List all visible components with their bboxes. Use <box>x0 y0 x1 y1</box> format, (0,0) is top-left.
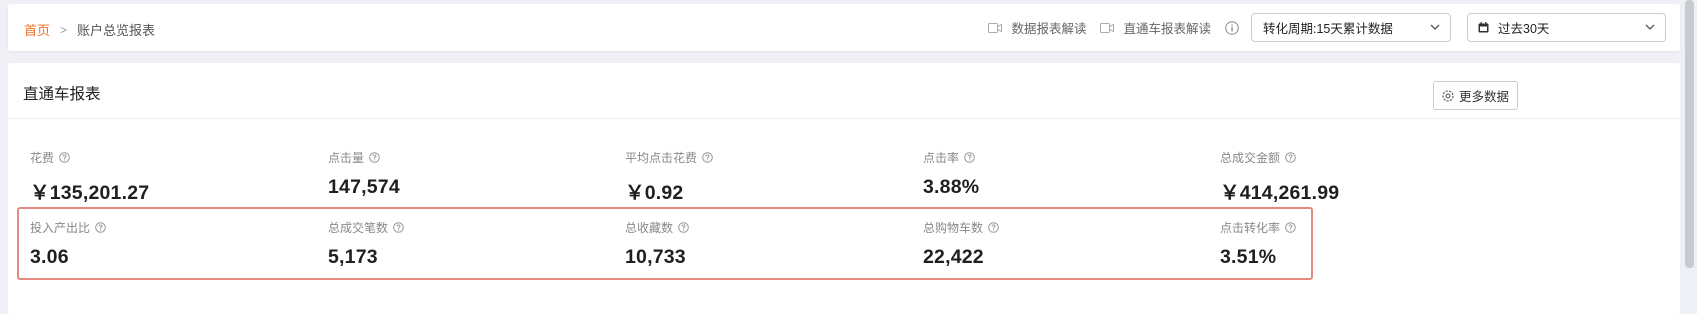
metric-roi: 投入产出比 3.06 <box>30 219 106 269</box>
date-range-value: 过去30天 <box>1498 22 1550 36</box>
metric-value: 3.06 <box>30 246 69 268</box>
more-data-button[interactable]: 更多数据 <box>1433 81 1518 110</box>
metric-avg-cpc: 平均点击花费 ￥0.92 <box>625 149 713 205</box>
metric-value: ￥0.92 <box>625 182 684 204</box>
breadcrumb-current: 账户总览报表 <box>77 23 156 38</box>
metric-value: 3.88% <box>923 176 980 198</box>
question-circle-icon[interactable] <box>964 152 975 163</box>
metric-value: 10,733 <box>625 246 686 268</box>
chevron-down-icon <box>1645 24 1655 30</box>
question-circle-icon[interactable] <box>59 152 70 163</box>
metric-ctr: 点击率 3.88% <box>923 149 979 199</box>
metric-total-gmv: 总成交金额 ￥414,261.99 <box>1220 149 1339 205</box>
video-camera-icon <box>1100 22 1115 33</box>
question-circle-icon[interactable] <box>369 152 380 163</box>
ztc-report-guide-label: 直通车报表解读 <box>1123 22 1211 36</box>
question-circle-icon[interactable] <box>1285 152 1296 163</box>
question-circle-icon[interactable] <box>95 222 106 233</box>
metric-spend: 花费 ￥135,201.27 <box>30 149 149 205</box>
more-data-label: 更多数据 <box>1458 90 1509 104</box>
breadcrumb-separator: > <box>60 22 68 37</box>
ztc-report-panel: 直通车报表 更多数据 花费 ￥135,201.27 点击量 147,574 平均… <box>8 63 1680 314</box>
question-circle-icon[interactable] <box>393 222 404 233</box>
metric-click-conversion-rate: 点击转化率 3.51% <box>1220 219 1296 269</box>
toolbar-right: 数据报表解读 直通车报表解读 转化周期:15天累计数据 过去30天 <box>988 12 1666 43</box>
metric-total-carts: 总购物车数 22,422 <box>923 219 999 269</box>
panel-header: 直通车报表 更多数据 <box>8 63 1680 119</box>
info-icon[interactable] <box>1225 20 1239 35</box>
metric-label: 投入产出比 <box>30 221 91 235</box>
metric-total-favorites: 总收藏数 10,733 <box>625 219 689 269</box>
metric-label: 花费 <box>30 151 55 165</box>
metric-value: ￥414,261.99 <box>1220 182 1340 204</box>
chevron-down-icon <box>1430 24 1440 30</box>
gear-icon <box>1442 89 1454 102</box>
metric-label: 点击率 <box>923 151 960 165</box>
scrollbar-thumb[interactable] <box>1685 0 1694 268</box>
breadcrumb-home-link[interactable]: 首页 <box>24 20 50 39</box>
metric-label: 平均点击花费 <box>625 151 698 165</box>
question-circle-icon[interactable] <box>1285 222 1296 233</box>
scrollbar[interactable] <box>1682 0 1697 314</box>
date-range-select[interactable]: 过去30天 <box>1467 13 1666 42</box>
metric-value: 22,422 <box>923 246 984 268</box>
breadcrumb: 首页 > 账户总览报表 <box>24 20 155 39</box>
data-report-guide-label: 数据报表解读 <box>1011 22 1087 36</box>
panel-title: 直通车报表 <box>23 86 101 103</box>
metric-label: 总成交笔数 <box>328 221 389 235</box>
calendar-icon <box>1478 22 1489 33</box>
metric-label: 点击转化率 <box>1220 221 1281 235</box>
metric-value: ￥135,201.27 <box>30 182 150 204</box>
metric-value: 5,173 <box>328 246 378 268</box>
video-camera-icon <box>988 22 1003 33</box>
top-bar: 首页 > 账户总览报表 数据报表解读 直通车报表解读 转化周期:15天累计数据 <box>8 4 1680 51</box>
metric-label: 总成交金额 <box>1220 151 1281 165</box>
metric-label: 总收藏数 <box>625 221 674 235</box>
metric-value: 3.51% <box>1220 246 1277 268</box>
conversion-period-select[interactable]: 转化周期:15天累计数据 <box>1251 13 1451 42</box>
conversion-period-value: 转化周期:15天累计数据 <box>1263 22 1393 36</box>
data-report-guide-link[interactable]: 数据报表解读 <box>988 18 1086 37</box>
question-circle-icon[interactable] <box>702 152 713 163</box>
metric-clicks: 点击量 147,574 <box>328 149 400 199</box>
metric-label: 总购物车数 <box>923 221 984 235</box>
question-circle-icon[interactable] <box>988 222 999 233</box>
metric-value: 147,574 <box>328 176 400 198</box>
question-circle-icon[interactable] <box>678 222 689 233</box>
metric-label: 点击量 <box>328 151 365 165</box>
ztc-report-guide-link[interactable]: 直通车报表解读 <box>1100 18 1211 37</box>
metric-total-orders: 总成交笔数 5,173 <box>328 219 404 269</box>
